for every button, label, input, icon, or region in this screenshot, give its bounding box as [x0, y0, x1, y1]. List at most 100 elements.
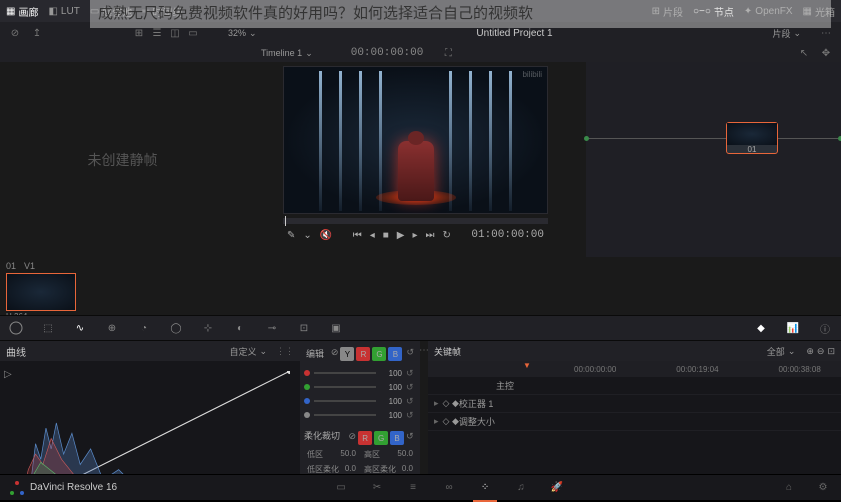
step-fwd-icon[interactable]: ▸ — [412, 230, 417, 241]
kf-corrector-row[interactable]: ▸◇ ◆ 校正器 1 — [428, 395, 841, 413]
fairlight-page-icon[interactable]: ♫ — [513, 480, 529, 496]
flag-dropdown[interactable]: ⌄ — [303, 230, 311, 241]
slider-track[interactable] — [314, 386, 376, 388]
grid-icon[interactable]: ⊞ — [132, 26, 146, 40]
keyframe-icon[interactable]: ◆ — [753, 320, 769, 336]
slider-value[interactable]: 100 — [380, 397, 402, 406]
high-value[interactable]: 50.0 — [397, 449, 413, 460]
slider-value[interactable]: 100 — [380, 411, 402, 420]
intensity-slider[interactable]: 100 ↺ — [304, 394, 416, 408]
curves-graph[interactable]: ▷ — [0, 361, 300, 474]
red-chip[interactable]: R — [356, 347, 370, 361]
kf-tracks[interactable]: 主控 ▸◇ ◆ 校正器 1 ▸◇ ◆ 调整大小 — [428, 377, 841, 474]
mute-icon[interactable]: 🔇 — [320, 230, 332, 241]
intensity-slider[interactable]: 100 ↺ — [304, 380, 416, 394]
blue-chip[interactable]: B — [390, 431, 404, 445]
media-page-icon[interactable]: ▭ — [333, 480, 349, 496]
color-page-icon[interactable]: ⁘ — [477, 480, 493, 496]
pointer-icon[interactable]: ↖ — [797, 46, 811, 60]
tracker-icon[interactable]: ⊹ — [200, 320, 216, 336]
panel-options[interactable]: ⋯ — [420, 341, 428, 474]
marker-icon[interactable]: ✎ — [287, 230, 295, 241]
viewer-canvas[interactable]: bilibili — [283, 66, 548, 214]
reset-icon[interactable]: ↺ — [406, 431, 414, 445]
clips-dropdown[interactable]: 片段 ⌄ — [772, 27, 801, 40]
split-icon[interactable]: ◫ — [168, 26, 182, 40]
step-back-icon[interactable]: ◂ — [370, 230, 375, 241]
lut-tab[interactable]: ◧ LUT — [48, 6, 79, 17]
play-icon[interactable]: ▶ — [397, 230, 405, 241]
reset-icon[interactable]: ↺ — [406, 368, 416, 379]
reset-icon[interactable]: ↺ — [406, 396, 416, 407]
export-icon[interactable]: ↥ — [30, 26, 44, 40]
stop-icon[interactable]: ■ — [383, 230, 389, 241]
gallery-tab[interactable]: ▦ 画廊 — [6, 4, 38, 19]
zoom-dropdown[interactable]: 32% ⌄ — [228, 28, 257, 39]
node-input-dot[interactable] — [584, 136, 589, 141]
intensity-slider[interactable]: 100 ↺ — [304, 408, 416, 422]
node-editor[interactable]: 01 — [586, 62, 841, 257]
pan-icon[interactable]: ✥ — [819, 46, 833, 60]
wheels-icon[interactable] — [8, 320, 24, 336]
kf-sizing-row[interactable]: ▸◇ ◆ 调整大小 — [428, 413, 841, 431]
reset-icon[interactable]: ↺ — [406, 410, 416, 421]
list-icon[interactable]: ☰ — [150, 26, 164, 40]
key-icon[interactable]: ⊸ — [264, 320, 280, 336]
slider-track[interactable] — [314, 400, 376, 402]
kf-filter-dropdown[interactable]: 全部 ⌄ ⊕ ⊖ ⊡ — [767, 345, 835, 358]
kf-master-row[interactable]: 主控 — [428, 377, 841, 395]
blue-chip[interactable]: B — [388, 347, 402, 361]
playhead-icon[interactable]: ▼ — [523, 361, 531, 370]
kf-ruler[interactable]: 00:00:00:00 00:00:19:04 00:00:38:08 ▼ — [428, 361, 841, 377]
next-clip-icon[interactable]: ⏭ — [426, 230, 435, 241]
deliver-page-icon[interactable]: 🚀 — [549, 480, 565, 496]
edit-page-icon[interactable]: ≡ — [405, 480, 421, 496]
link-icon[interactable]: ⊘ — [331, 347, 339, 361]
blur-icon[interactable]: ◐ — [232, 320, 248, 336]
intensity-slider[interactable]: 100 ↺ — [304, 366, 416, 380]
header-timecode[interactable]: 00:00:00:00 — [351, 47, 424, 59]
curves-icon[interactable]: ∿ — [72, 320, 88, 336]
bars-icon[interactable]: ⬚ — [40, 320, 56, 336]
expand-icon[interactable]: ⛶ — [441, 46, 455, 60]
reset-icon[interactable]: ↺ — [406, 382, 416, 393]
fusion-page-icon[interactable]: ∞ — [441, 480, 457, 496]
settings-icon[interactable]: ⚙ — [815, 480, 831, 496]
window-icon[interactable]: ◯ — [168, 320, 184, 336]
curves-mode-dropdown[interactable]: 自定义 ⌄ ⋮⋮ — [229, 345, 294, 358]
home-icon[interactable]: ⌂ — [781, 480, 797, 496]
timeline-dropdown[interactable]: Timeline 1 ⌄ — [261, 48, 313, 59]
options-icon[interactable]: ⋯ — [819, 26, 833, 40]
low-value[interactable]: 50.0 — [340, 449, 356, 460]
play-icon[interactable]: ▷ — [4, 369, 12, 380]
luma-chip[interactable]: Y — [340, 347, 354, 361]
zoom-out-icon[interactable]: ⊖ — [817, 346, 825, 357]
viewer-timecode[interactable]: 01:00:00:00 — [471, 229, 544, 241]
sizing-icon[interactable]: ⊡ — [296, 320, 312, 336]
loop-icon[interactable]: ↻ — [443, 230, 451, 241]
corrector-node[interactable]: 01 — [726, 122, 778, 154]
app-logo[interactable]: DaVinci Resolve 16 — [10, 481, 117, 495]
fit-icon[interactable]: ⊡ — [827, 346, 835, 357]
slider-track[interactable] — [314, 414, 376, 416]
warper-icon[interactable]: ⊕ — [104, 320, 120, 336]
slider-value[interactable]: 100 — [380, 369, 402, 378]
3d-icon[interactable]: ▣ — [328, 320, 344, 336]
reset-icon[interactable]: ↺ — [406, 347, 414, 361]
zoom-in-icon[interactable]: ⊕ — [806, 346, 814, 357]
red-chip[interactable]: R — [358, 431, 372, 445]
info-icon[interactable]: ⓘ — [817, 320, 833, 336]
slider-value[interactable]: 100 — [380, 383, 402, 392]
scopes-icon[interactable]: 📊 — [785, 320, 801, 336]
dots-icon[interactable]: ⋮⋮ — [276, 346, 294, 357]
view-icon[interactable]: ▭ — [186, 26, 200, 40]
prev-clip-icon[interactable]: ⏮ — [353, 230, 362, 241]
bypass-icon[interactable]: ⊘ — [8, 26, 22, 40]
slider-track[interactable] — [314, 372, 376, 374]
qualifier-icon[interactable]: ◔ — [136, 320, 152, 336]
clip-thumbnail[interactable] — [6, 273, 76, 311]
cut-page-icon[interactable]: ✂ — [369, 480, 385, 496]
link-icon[interactable]: ⊘ — [349, 431, 357, 445]
green-chip[interactable]: G — [372, 347, 386, 361]
scrubber[interactable] — [283, 218, 548, 224]
